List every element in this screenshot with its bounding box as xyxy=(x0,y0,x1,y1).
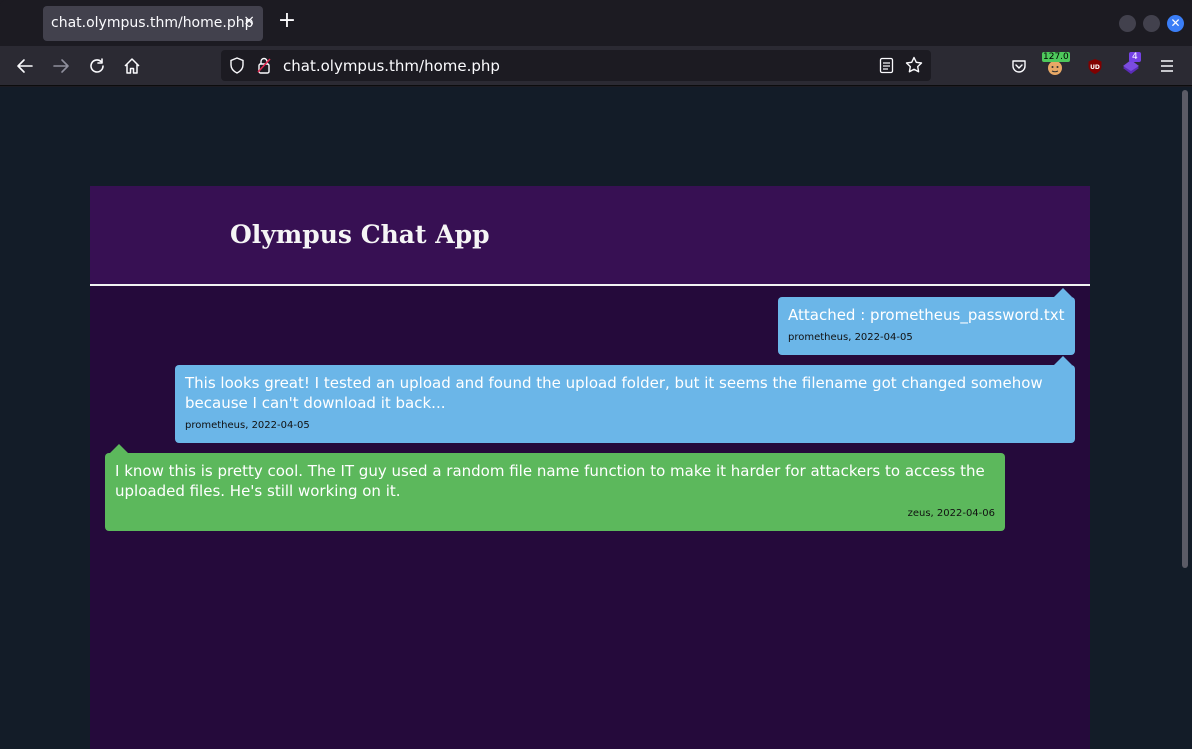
menu-icon[interactable] xyxy=(1156,55,1178,77)
chat-message: Attached : prometheus_password.txt prome… xyxy=(778,288,1075,355)
message-tail xyxy=(1054,356,1072,365)
chat-panel: Olympus Chat App Attached : prometheus_p… xyxy=(90,186,1090,749)
reload-icon[interactable] xyxy=(86,55,108,77)
page-scrollbar[interactable] xyxy=(1182,90,1188,568)
message-meta: prometheus, 2022-04-05 xyxy=(788,332,913,343)
browser-window: chat.olympus.thm/home.php × + ✕ chat.oly… xyxy=(0,0,1192,749)
ip-badge: 127.0 xyxy=(1042,52,1070,62)
message-tail xyxy=(1054,288,1072,297)
message-text[interactable]: Attached : prometheus_password.txt xyxy=(788,306,1064,324)
chat-header: Olympus Chat App xyxy=(90,186,1090,286)
message-text: This looks great! I tested an upload and… xyxy=(185,374,1043,412)
maximize-button[interactable] xyxy=(1143,15,1160,32)
home-icon[interactable] xyxy=(121,55,143,77)
reader-icon[interactable] xyxy=(879,57,894,78)
new-tab-button[interactable]: + xyxy=(276,10,298,32)
message-text: I know this is pretty cool. The IT guy u… xyxy=(115,462,985,500)
extension-badge: 4 xyxy=(1129,52,1141,62)
purple-extension-icon[interactable]: 4 xyxy=(1120,52,1142,77)
forward-icon[interactable] xyxy=(50,55,72,77)
pocket-icon[interactable] xyxy=(1008,55,1030,77)
minimize-button[interactable] xyxy=(1119,15,1136,32)
nav-bar: chat.olympus.thm/home.php 127.0 UD 4 xyxy=(0,46,1192,86)
tab-strip: chat.olympus.thm/home.php × + ✕ xyxy=(0,0,1192,46)
url-bar[interactable]: chat.olympus.thm/home.php xyxy=(221,50,931,81)
tab-active[interactable]: chat.olympus.thm/home.php × xyxy=(43,6,263,41)
page-title: Olympus Chat App xyxy=(230,220,490,249)
shield-icon[interactable] xyxy=(229,57,245,78)
star-icon[interactable] xyxy=(905,56,923,78)
message-tail xyxy=(110,444,128,453)
close-window-button[interactable]: ✕ xyxy=(1167,15,1184,32)
svg-text:UD: UD xyxy=(1090,64,1100,71)
chat-message: This looks great! I tested an upload and… xyxy=(175,356,1075,443)
page-viewport: Olympus Chat App Attached : prometheus_p… xyxy=(0,87,1192,749)
ip-address-extension-icon[interactable]: 127.0 xyxy=(1042,52,1070,77)
url-text[interactable]: chat.olympus.thm/home.php xyxy=(283,57,500,75)
chat-message: I know this is pretty cool. The IT guy u… xyxy=(105,444,1005,531)
tab-close-icon[interactable]: × xyxy=(243,13,255,29)
back-icon[interactable] xyxy=(14,55,36,77)
lock-icon[interactable] xyxy=(257,57,271,78)
message-meta: prometheus, 2022-04-05 xyxy=(185,420,310,431)
message-meta: zeus, 2022-04-06 xyxy=(907,508,995,519)
tab-title: chat.olympus.thm/home.php xyxy=(51,15,254,31)
ublock-icon[interactable]: UD xyxy=(1084,55,1106,77)
